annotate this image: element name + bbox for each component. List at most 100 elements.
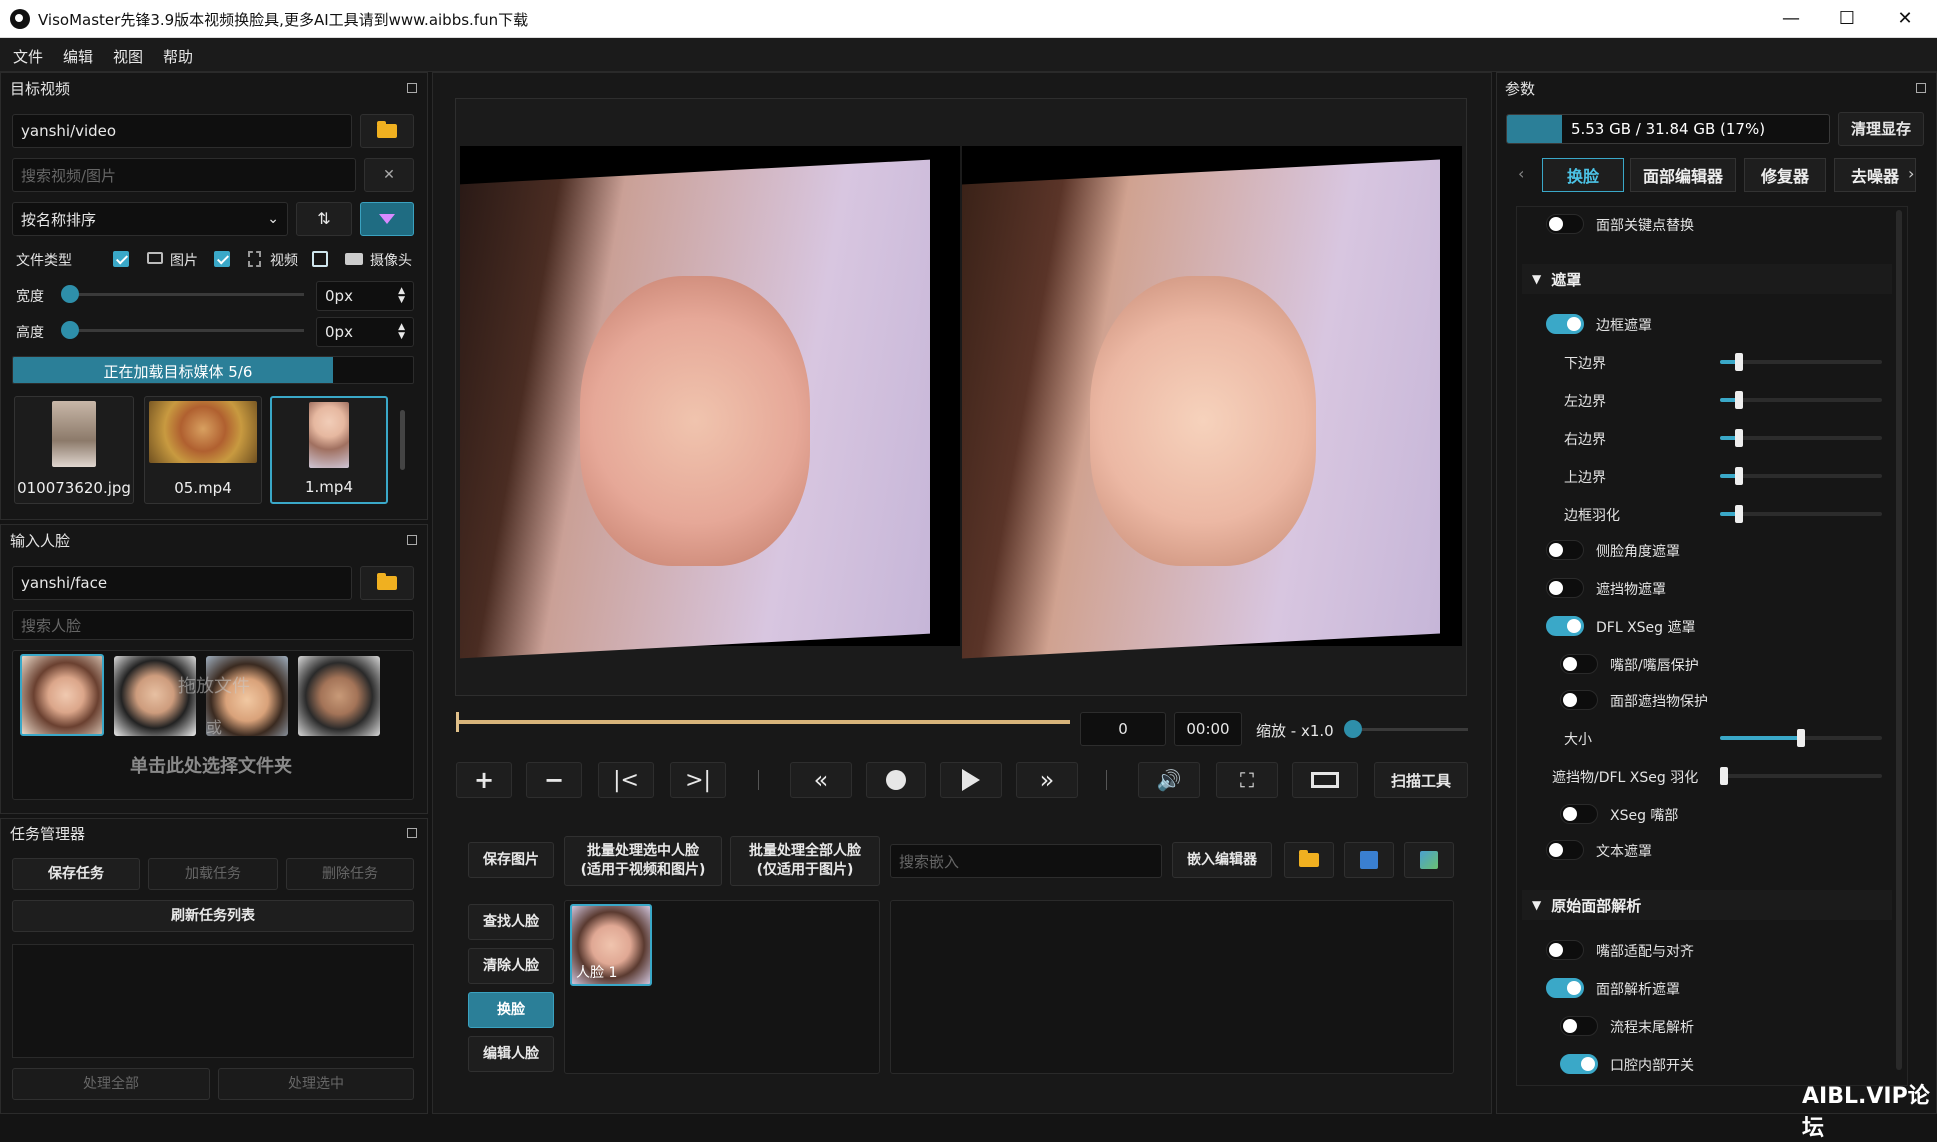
slider-handle[interactable]: [1735, 429, 1744, 447]
detected-face-card[interactable]: 人脸 1: [570, 904, 652, 986]
slider-handle[interactable]: [1735, 467, 1744, 485]
parameter-slider[interactable]: [1720, 467, 1882, 485]
parameter-slider[interactable]: [1720, 505, 1882, 523]
minimize-button[interactable]: —: [1768, 4, 1814, 34]
menu-help[interactable]: 帮助: [163, 46, 193, 67]
tab-face-editor[interactable]: 面部编辑器: [1630, 158, 1736, 192]
toggle-switch[interactable]: [1546, 978, 1584, 998]
target-folder-button[interactable]: [360, 114, 414, 148]
image-checkbox[interactable]: [113, 251, 129, 267]
process-selected-button[interactable]: 处理选中: [218, 1068, 414, 1100]
timeline-slider[interactable]: [456, 720, 1070, 724]
load-task-button[interactable]: 加载任务: [148, 858, 278, 890]
edit-faces-button[interactable]: 编辑人脸: [468, 1036, 554, 1072]
tab-scroll-left-icon[interactable]: ‹: [1518, 164, 1524, 183]
time-field[interactable]: 00:00: [1174, 712, 1242, 746]
float-icon[interactable]: [407, 828, 417, 838]
clear-faces-button[interactable]: 清除人脸: [468, 948, 554, 984]
height-slider[interactable]: [68, 329, 304, 332]
float-icon[interactable]: [1916, 83, 1926, 93]
process-all-button[interactable]: 处理全部: [12, 1068, 210, 1100]
record-button[interactable]: [866, 762, 926, 798]
toggle-switch[interactable]: [1560, 1016, 1598, 1036]
sort-order-button[interactable]: ⇅: [296, 202, 352, 236]
toggle-switch[interactable]: [1546, 214, 1584, 234]
save-task-button[interactable]: 保存任务: [12, 858, 140, 890]
timeline-handle[interactable]: [456, 712, 459, 732]
tab-face-swap[interactable]: 换脸: [1542, 158, 1624, 192]
find-faces-button[interactable]: 查找人脸: [468, 904, 554, 940]
slider-handle[interactable]: [1720, 767, 1728, 785]
target-search-input[interactable]: 搜索视频/图片: [12, 158, 356, 192]
section-header[interactable]: ▼ 原始面部解析: [1522, 890, 1892, 920]
prev-marker-button[interactable]: |<: [598, 762, 654, 798]
face-search-input[interactable]: 搜索人脸: [12, 610, 414, 640]
zoom-slider[interactable]: [1354, 728, 1468, 731]
tab-restorer[interactable]: 修复器: [1744, 158, 1826, 192]
save-image-button[interactable]: 保存图片: [468, 842, 554, 878]
zoom-slider-knob[interactable]: [1344, 720, 1362, 738]
width-slider-knob[interactable]: [61, 285, 79, 303]
scan-tool-button[interactable]: 扫描工具: [1374, 762, 1468, 798]
target-path-field[interactable]: yanshi/video: [12, 114, 352, 148]
slider-handle[interactable]: [1735, 391, 1744, 409]
media-item[interactable]: 010073620.jpg: [14, 396, 134, 504]
maximize-button[interactable]: ☐: [1824, 4, 1870, 34]
media-scrollbar[interactable]: [400, 410, 405, 470]
face-folder-button[interactable]: [360, 566, 414, 600]
toggle-switch[interactable]: [1546, 840, 1584, 860]
slider-handle[interactable]: [1735, 353, 1744, 371]
tab-scroll-right-icon[interactable]: ›: [1908, 164, 1914, 183]
parameter-slider[interactable]: [1720, 353, 1882, 371]
filter-button[interactable]: [360, 202, 414, 236]
add-marker-button[interactable]: +: [456, 762, 512, 798]
batch-all-button[interactable]: 批量处理全部人脸 (仅适用于图片): [730, 836, 880, 886]
face-thumbnail[interactable]: [20, 654, 104, 736]
task-list[interactable]: [12, 944, 414, 1058]
float-icon[interactable]: [407, 83, 417, 93]
parameter-slider[interactable]: [1720, 429, 1882, 447]
delete-task-button[interactable]: 删除任务: [286, 858, 414, 890]
next-marker-button[interactable]: >|: [670, 762, 726, 798]
media-item-selected[interactable]: 1.mp4: [270, 396, 388, 504]
menu-file[interactable]: 文件: [13, 46, 43, 67]
tab-denoiser[interactable]: 去噪器: [1834, 158, 1916, 192]
toggle-switch[interactable]: [1546, 616, 1584, 636]
close-button[interactable]: ✕: [1882, 4, 1928, 34]
frame-number-field[interactable]: 0: [1080, 712, 1166, 746]
slider-handle[interactable]: [1735, 505, 1744, 523]
toggle-switch[interactable]: [1546, 314, 1584, 334]
toggle-switch[interactable]: [1560, 804, 1598, 824]
slider-handle[interactable]: [1797, 729, 1805, 747]
toggle-switch[interactable]: [1560, 1054, 1598, 1074]
clear-search-button[interactable]: ✕: [364, 158, 414, 192]
video-checkbox[interactable]: [214, 251, 230, 267]
rewind-button[interactable]: «: [790, 762, 852, 798]
menu-view[interactable]: 视图: [113, 46, 143, 67]
parameter-slider[interactable]: [1720, 767, 1882, 785]
batch-selected-button[interactable]: 批量处理选中人脸 (适用于视频和图片): [564, 836, 722, 886]
toggle-switch[interactable]: [1546, 578, 1584, 598]
clear-vram-button[interactable]: 清理显存: [1838, 112, 1924, 146]
face-path-field[interactable]: yanshi/face: [12, 566, 352, 600]
parameter-slider[interactable]: [1720, 391, 1882, 409]
play-button[interactable]: [940, 762, 1002, 798]
height-slider-knob[interactable]: [61, 321, 79, 339]
width-spinbox[interactable]: 0px ▲ ▼: [316, 281, 414, 311]
float-icon[interactable]: [407, 535, 417, 545]
volume-button[interactable]: 🔊: [1138, 762, 1200, 798]
toggle-switch[interactable]: [1546, 540, 1584, 560]
save-embedding-button[interactable]: [1344, 842, 1394, 878]
open-embedding-button[interactable]: [1284, 842, 1334, 878]
face-thumbnail[interactable]: [298, 656, 380, 736]
embedding-search-input[interactable]: 搜索嵌入: [890, 844, 1162, 878]
height-spinbox[interactable]: 0px ▲ ▼: [316, 317, 414, 347]
fit-view-button[interactable]: [1292, 762, 1358, 798]
menu-edit[interactable]: 编辑: [63, 46, 93, 67]
fast-forward-button[interactable]: »: [1016, 762, 1078, 798]
toggle-switch[interactable]: [1560, 654, 1598, 674]
toggle-switch[interactable]: [1560, 690, 1598, 710]
sort-select[interactable]: 按名称排序 ⌄: [12, 202, 288, 236]
width-slider[interactable]: [68, 293, 304, 296]
camera-checkbox[interactable]: [312, 251, 328, 267]
